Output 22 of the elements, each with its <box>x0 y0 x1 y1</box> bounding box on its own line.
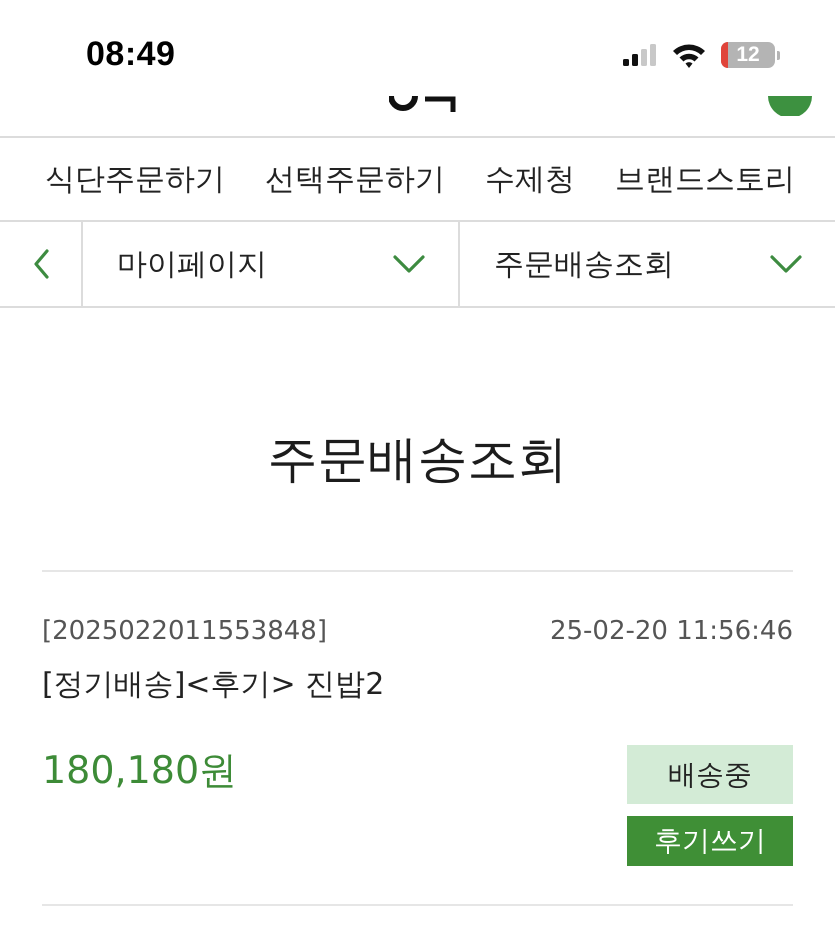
order-price: 180,180원 <box>42 747 238 794</box>
chevron-down-icon <box>770 255 802 273</box>
wifi-icon <box>671 42 707 68</box>
nav-link[interactable]: 수제청 <box>485 158 575 200</box>
dropdown-select[interactable]: 주문배송조회 <box>458 222 835 306</box>
status-time: 08:49 <box>86 36 176 72</box>
nav-link[interactable]: 브랜드스토리 <box>615 158 795 200</box>
status-badge: 배송중 <box>627 745 793 804</box>
select-value: 마이페이지 <box>117 246 267 284</box>
order-number: [2025022011553848] <box>42 616 327 646</box>
chevron-down-icon <box>393 255 425 273</box>
signal-icon <box>623 44 657 66</box>
product-name: [정기배송]<후기> 진밥2 <box>42 666 384 704</box>
write-review-button[interactable]: 후기쓰기 <box>627 816 793 866</box>
select-value: 주문배송조회 <box>494 246 674 284</box>
page-title: 주문배송조회 <box>268 428 568 490</box>
order-date: 25-02-20 11:56:46 <box>550 616 793 646</box>
back-icon <box>32 249 48 279</box>
nav-link[interactable]: 선택주문하기 <box>265 158 445 200</box>
dropdown-select[interactable]: 마이페이지 <box>83 222 458 306</box>
battery-indicator: 12 <box>721 42 780 68</box>
nav-link[interactable]: 식단주문하기 <box>45 158 225 200</box>
